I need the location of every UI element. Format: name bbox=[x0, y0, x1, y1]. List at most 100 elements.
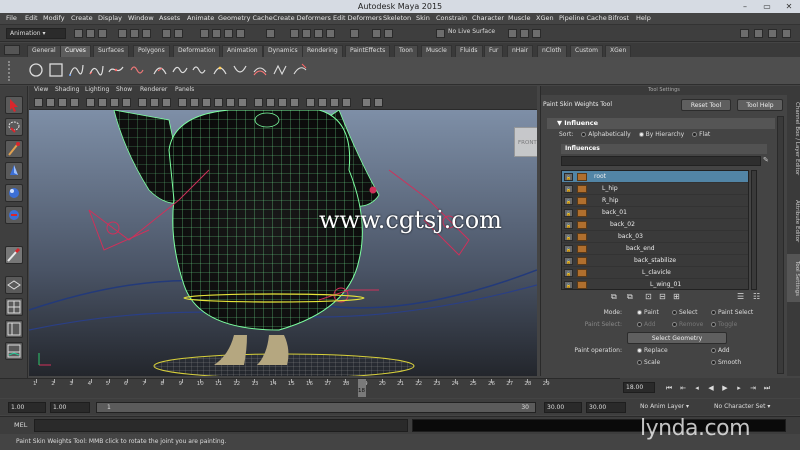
persp-graph-layout-icon[interactable] bbox=[5, 342, 23, 360]
panel-menu-renderer[interactable]: Renderer bbox=[140, 86, 167, 93]
paint-op-add-radio[interactable] bbox=[711, 348, 716, 353]
unlock-icon[interactable]: 🔓 bbox=[564, 233, 573, 241]
pencil-curve-icon[interactable] bbox=[130, 62, 146, 78]
influence-row[interactable]: 🔓 L_hip bbox=[562, 183, 748, 195]
panel-menu-shading[interactable]: Shading bbox=[55, 86, 79, 93]
step-back-key-button[interactable]: ⇤ bbox=[678, 383, 688, 393]
insert-knot-icon[interactable] bbox=[212, 62, 228, 78]
menu-xgen[interactable]: XGen bbox=[536, 14, 554, 22]
depth-of-field-icon[interactable] bbox=[290, 98, 299, 107]
image-plane-icon[interactable] bbox=[70, 98, 79, 107]
sort-flat-radio[interactable] bbox=[692, 132, 698, 137]
smooth-shade-icon[interactable] bbox=[190, 98, 199, 107]
filter-pencil-icon[interactable]: ✎ bbox=[763, 156, 771, 166]
grid-toggle-icon[interactable] bbox=[86, 98, 95, 107]
shelf-menu-icon[interactable] bbox=[4, 45, 20, 55]
expand-all-icon[interactable]: ☰ bbox=[737, 292, 744, 301]
shelf-tab-xgen[interactable]: XGen bbox=[605, 45, 632, 57]
menu-character[interactable]: Character bbox=[472, 14, 504, 22]
mode-paint-select-radio[interactable] bbox=[711, 310, 716, 315]
unlock-icon[interactable]: 🔓 bbox=[564, 197, 573, 205]
nurbs-square-icon[interactable] bbox=[48, 62, 64, 78]
snap-grid-icon[interactable] bbox=[200, 29, 209, 38]
panel-menu-view[interactable]: View bbox=[34, 86, 48, 93]
hypershade-icon[interactable] bbox=[326, 29, 335, 38]
influence-row[interactable]: 🔓 L_clavicle bbox=[562, 267, 748, 279]
backface-culling-icon[interactable] bbox=[342, 98, 351, 107]
influence-row[interactable]: 🔓 R_hip bbox=[562, 195, 748, 207]
bezier-curve-icon[interactable] bbox=[108, 62, 124, 78]
menu-skin[interactable]: Skin bbox=[416, 14, 430, 22]
tool-settings-scrollbar[interactable] bbox=[777, 116, 784, 374]
snap-curve-icon[interactable] bbox=[212, 29, 221, 38]
influence-row[interactable]: 🔓 L_wing_01 bbox=[562, 279, 748, 289]
shelf-tab-deformation[interactable]: Deformation bbox=[173, 45, 221, 57]
play-backwards-button[interactable]: ◀ bbox=[706, 383, 716, 393]
panel-menu-lighting[interactable]: Lighting bbox=[85, 86, 109, 93]
unlock-icon[interactable]: 🔓 bbox=[564, 257, 573, 265]
tab-attribute-editor[interactable]: Attribute Editor bbox=[787, 192, 800, 250]
unlock-icon[interactable]: 🔓 bbox=[564, 281, 573, 289]
unlock-selected-icon[interactable]: ⊟ bbox=[659, 292, 666, 301]
lock-selected-icon[interactable]: ⊡ bbox=[645, 292, 652, 301]
move-tool-icon[interactable] bbox=[5, 162, 23, 180]
detach-curves-icon[interactable] bbox=[192, 62, 208, 78]
menu-edit-deformers[interactable]: Edit Deformers bbox=[333, 14, 382, 22]
lasso-tool-icon[interactable] bbox=[5, 118, 23, 136]
select-object-icon[interactable] bbox=[130, 29, 139, 38]
paint-select-add-radio[interactable] bbox=[637, 322, 642, 327]
unlock-icon[interactable]: 🔓 bbox=[564, 269, 573, 277]
sort-by-hierarchy-radio[interactable] bbox=[638, 132, 644, 137]
arc-tool-icon[interactable] bbox=[152, 62, 168, 78]
playback-start-field[interactable]: 1.00 bbox=[50, 402, 90, 413]
history-icon[interactable] bbox=[266, 29, 275, 38]
toggle-tool-settings-icon[interactable] bbox=[768, 29, 777, 38]
menu-pipeline-cache[interactable]: Pipeline Cache bbox=[559, 14, 607, 22]
unlock-icon[interactable]: 🔓 bbox=[564, 173, 573, 181]
paint-op-scale[interactable]: Scale bbox=[631, 359, 660, 366]
influence-color-swatch[interactable] bbox=[577, 269, 587, 277]
influence-row[interactable]: 🔓 back_01 bbox=[562, 207, 748, 219]
panel-menu-panels[interactable]: Panels bbox=[175, 86, 194, 93]
film-gate-icon[interactable] bbox=[98, 98, 107, 107]
paint-select-remove[interactable]: Remove bbox=[666, 321, 703, 328]
menu-edit[interactable]: Edit bbox=[25, 14, 38, 22]
influence-row[interactable]: 🔓 back_02 bbox=[562, 219, 748, 231]
shelf-tab-nhair[interactable]: nHair bbox=[507, 45, 534, 57]
paint-op-replace-radio[interactable] bbox=[637, 348, 642, 353]
range-slider[interactable]: 1 30 bbox=[96, 402, 536, 413]
shelf-tab-fluids[interactable]: Fluids bbox=[455, 45, 483, 57]
camera-attributes-icon[interactable] bbox=[46, 98, 55, 107]
anim-layer-dropdown[interactable]: No Anim Layer ▾ bbox=[638, 402, 702, 413]
mel-label[interactable]: MEL bbox=[14, 421, 27, 429]
paint-select-add[interactable]: Add bbox=[631, 321, 656, 328]
shadows-icon[interactable] bbox=[238, 98, 247, 107]
motion-blur-icon[interactable] bbox=[266, 98, 275, 107]
use-all-lights-icon[interactable] bbox=[226, 98, 235, 107]
select-tool-icon[interactable] bbox=[5, 96, 23, 114]
paint-op-replace[interactable]: Replace bbox=[631, 347, 668, 354]
persp-outliner-layout-icon[interactable] bbox=[5, 320, 23, 338]
shelf-tab-general[interactable]: General bbox=[27, 45, 61, 57]
unlock-icon[interactable]: 🔓 bbox=[564, 185, 573, 193]
menu-modify[interactable]: Modify bbox=[43, 14, 65, 22]
influence-row[interactable]: 🔓 back_end bbox=[562, 243, 748, 255]
shelf-tab-fur[interactable]: Fur bbox=[484, 45, 504, 57]
mode-paint[interactable]: Paint bbox=[631, 309, 659, 316]
step-back-frame-button[interactable]: ◂ bbox=[692, 383, 702, 393]
render-view-icon[interactable] bbox=[508, 29, 517, 38]
snap-plane-icon[interactable] bbox=[236, 29, 245, 38]
shelf-tab-rendering[interactable]: Rendering bbox=[302, 45, 343, 57]
step-forward-frame-button[interactable]: ▸ bbox=[734, 383, 744, 393]
step-forward-key-button[interactable]: ⇥ bbox=[748, 383, 758, 393]
tab-tool-settings[interactable]: Tool Settings bbox=[787, 254, 800, 302]
influence-frame-header[interactable]: ▼ Influence bbox=[547, 118, 775, 129]
select-handle-icon[interactable] bbox=[162, 29, 171, 38]
input-line-icon[interactable] bbox=[372, 29, 381, 38]
rotate-tool-icon[interactable] bbox=[5, 184, 23, 202]
influence-row[interactable]: 🔓 back_03 bbox=[562, 231, 748, 243]
mode-select[interactable]: Select bbox=[666, 309, 698, 316]
start-time-field[interactable]: 1.00 bbox=[8, 402, 46, 413]
mode-select-radio[interactable] bbox=[672, 310, 677, 315]
resolution-gate-icon[interactable] bbox=[110, 98, 119, 107]
